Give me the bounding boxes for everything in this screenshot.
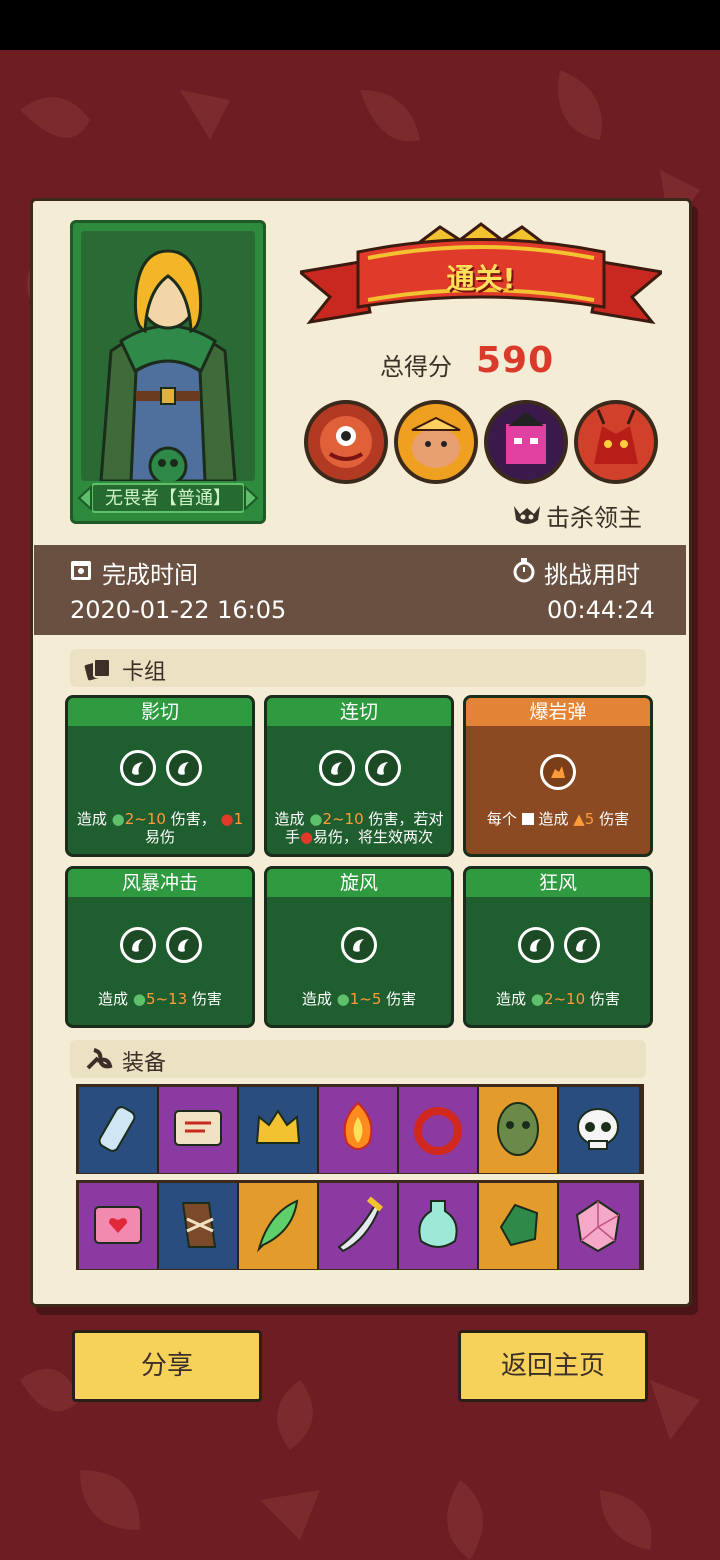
- skill-card-lianqie[interactable]: 连切 造成 ●2~10 伤害，若对手●易伤，将生效两次: [264, 695, 454, 857]
- home-button[interactable]: 返回主页: [458, 1330, 648, 1402]
- feather-icon[interactable]: [239, 1183, 319, 1269]
- hero-portrait: [81, 231, 255, 481]
- card-name: 旋风: [267, 869, 451, 897]
- equipment-section-header: 装备: [70, 1040, 646, 1078]
- share-button[interactable]: 分享: [72, 1330, 262, 1402]
- skull-icon[interactable]: [559, 1087, 639, 1173]
- card-name: 连切: [267, 698, 451, 726]
- dice-icon[interactable]: [559, 1183, 639, 1269]
- green-gem-icon[interactable]: [479, 1183, 559, 1269]
- potion-vase-icon[interactable]: [399, 1183, 479, 1269]
- dagger-icon[interactable]: [319, 1183, 399, 1269]
- prev-arrow-icon[interactable]: [77, 485, 93, 511]
- skill-card-baoyandan[interactable]: 爆岩弹 每个 造成 ▲5 伤害: [463, 695, 653, 857]
- status-bar: [0, 0, 720, 50]
- card-name: 狂风: [466, 869, 650, 897]
- next-arrow-icon[interactable]: [243, 485, 259, 511]
- wind-orb-icon: [365, 750, 401, 786]
- boss-portrait-4[interactable]: [574, 400, 658, 484]
- skill-card-kuangfeng[interactable]: 狂风 造成 ●2~10 伤害: [463, 866, 653, 1028]
- skill-card-fengbao[interactable]: 风暴冲击 造成 ●5~13 伤害: [65, 866, 255, 1028]
- card-description: 造成 ●2~10 伤害， ●1 易伤: [76, 810, 244, 846]
- wind-orb-icon: [319, 750, 355, 786]
- crown-helmet-icon[interactable]: [239, 1087, 319, 1173]
- wind-orb-icon: [564, 927, 600, 963]
- cards-icon: [84, 658, 111, 681]
- card-description: 造成 ●5~13 伤害: [98, 990, 222, 1008]
- calendar-icon: [71, 561, 91, 580]
- boss-portrait-3[interactable]: [484, 400, 568, 484]
- complete-time-label: 完成时间: [102, 561, 198, 589]
- boss-kill-icon: [514, 506, 540, 524]
- wind-orb-icon: [341, 927, 377, 963]
- card-description: 造成 ●1~5 伤害: [301, 990, 417, 1008]
- challenge-time-label: 挑战用时: [544, 561, 640, 589]
- equipment-row-1: [76, 1084, 644, 1174]
- wind-orb-icon: [518, 927, 554, 963]
- hero-card[interactable]: 无畏者【普通】: [70, 220, 266, 524]
- card-name: 影切: [68, 698, 252, 726]
- scroll-icon[interactable]: [159, 1087, 239, 1173]
- red-ring-icon[interactable]: [399, 1087, 479, 1173]
- wind-orb-icon: [166, 750, 202, 786]
- deck-section-header: 卡组: [70, 649, 646, 687]
- stopwatch-icon: [513, 558, 535, 583]
- complete-time-value: 2020-01-22 16:05: [70, 596, 287, 624]
- challenge-time-value: 00:44:24: [547, 596, 655, 624]
- hero-name-label: 无畏者【普通】: [91, 483, 245, 513]
- card-description: 每个 造成 ▲5 伤害: [486, 810, 630, 828]
- green-mask-icon[interactable]: [479, 1087, 559, 1173]
- wind-orb-icon: [166, 927, 202, 963]
- fire-sword-icon[interactable]: [319, 1087, 399, 1173]
- banner-text: 通关!: [446, 262, 516, 295]
- skill-card-xuanfeng[interactable]: 旋风 造成 ●1~5 伤害: [264, 866, 454, 1028]
- equipment-row-2: [76, 1180, 644, 1270]
- time-info-bar: 完成时间 2020-01-22 16:05 挑战用时 00:44:24: [34, 545, 686, 635]
- wind-orb-icon: [120, 927, 156, 963]
- equipment-icon: [86, 1048, 113, 1070]
- card-description: 造成 ●2~10 伤害，若对手●易伤，将生效两次: [274, 810, 444, 846]
- equipment-title: 装备: [122, 1051, 167, 1076]
- bandage-icon[interactable]: [79, 1087, 159, 1173]
- victory-banner: 通关!: [296, 222, 666, 332]
- card-name: 爆岩弹: [466, 698, 650, 726]
- deck-title: 卡组: [122, 660, 167, 685]
- card-description: 造成 ●2~10 伤害: [496, 990, 620, 1008]
- total-score-value: 590: [476, 340, 555, 381]
- boss-portrait-1[interactable]: [304, 400, 388, 484]
- wind-orb-icon: [120, 750, 156, 786]
- heart-box-icon[interactable]: [79, 1183, 159, 1269]
- skill-card-yingqie[interactable]: 影切 造成 ●2~10 伤害， ●1 易伤: [65, 695, 255, 857]
- bracer-icon[interactable]: [159, 1183, 239, 1269]
- card-name: 风暴冲击: [68, 869, 252, 897]
- boss-portrait-2[interactable]: [394, 400, 478, 484]
- kill-boss-label: 击杀领主: [546, 504, 642, 532]
- total-score-label: 总得分: [380, 353, 452, 381]
- rock-orb-icon: [540, 754, 576, 790]
